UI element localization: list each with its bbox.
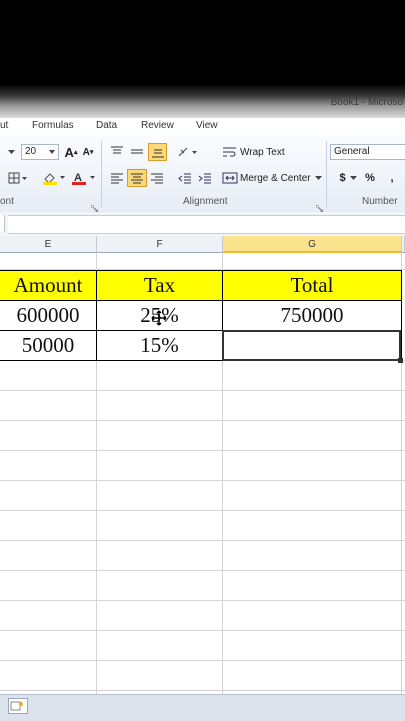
gridline	[0, 420, 405, 421]
align-middle-icon	[131, 149, 143, 154]
align-bottom-button[interactable]	[148, 143, 167, 161]
chevron-down-icon	[349, 175, 357, 180]
formula-bar	[0, 212, 405, 237]
wrap-text-button[interactable]: Wrap Text	[222, 143, 312, 161]
cell-tax[interactable]: 15%	[97, 331, 223, 361]
decrease-indent-icon	[178, 173, 191, 184]
borders-button[interactable]	[4, 169, 32, 187]
font-color-icon: A	[72, 172, 95, 185]
align-right-button[interactable]	[148, 169, 166, 187]
merge-center-button[interactable]: Merge & Center	[222, 169, 324, 187]
font-color-button[interactable]: A	[70, 169, 98, 187]
tab-review[interactable]: Review	[141, 120, 174, 131]
gridline	[0, 390, 405, 391]
tab-layout[interactable]: ut	[0, 120, 8, 131]
tab-formulas[interactable]: Formulas	[32, 120, 74, 131]
merge-icon	[222, 172, 238, 184]
currency-button[interactable]: $	[334, 169, 362, 187]
align-left-icon	[111, 173, 123, 184]
new-sheet-icon	[10, 701, 23, 711]
tab-view[interactable]: View	[196, 120, 218, 131]
gridline	[0, 690, 405, 691]
align-right-icon	[151, 173, 163, 184]
align-top-icon	[111, 146, 123, 154]
cell-amount[interactable]: 50000	[0, 331, 97, 361]
gridline	[0, 630, 405, 631]
gridline	[0, 600, 405, 601]
gridline	[0, 540, 405, 541]
column-header-e[interactable]: E	[0, 236, 97, 253]
ribbon-separator	[326, 141, 327, 207]
decrease-font-button[interactable]: A ▾	[81, 143, 95, 161]
tab-data[interactable]: Data	[96, 120, 117, 131]
window-title: Book1 - Microso	[330, 97, 403, 108]
align-center-icon	[131, 173, 143, 184]
formula-input[interactable]	[8, 215, 405, 234]
column-header-f[interactable]: F	[97, 236, 223, 253]
align-center-button[interactable]	[127, 169, 147, 187]
gridline	[0, 450, 405, 451]
ribbon-separator	[101, 141, 102, 207]
column-header-g[interactable]: G	[223, 236, 402, 253]
cell-header-total[interactable]: Total	[223, 271, 402, 301]
gridline	[0, 660, 405, 661]
fill-color-icon	[43, 173, 65, 185]
insert-sheet-button[interactable]	[8, 698, 28, 714]
gridline	[0, 570, 405, 571]
comma-style-button[interactable]: ,	[384, 169, 400, 187]
alignment-group-label: Alignment	[183, 196, 228, 207]
name-box[interactable]	[0, 215, 5, 232]
font-group-label: ont	[0, 196, 14, 207]
active-cell-selection[interactable]	[222, 330, 401, 361]
increase-font-button[interactable]: A ▴	[63, 143, 79, 161]
align-left-button[interactable]	[108, 169, 126, 187]
font-dropdown-arrow[interactable]	[6, 143, 16, 161]
orientation-icon	[178, 147, 197, 157]
align-middle-button[interactable]	[128, 143, 146, 161]
fill-color-button[interactable]	[40, 169, 68, 187]
cell-header-amount[interactable]: Amount	[0, 271, 97, 301]
align-bottom-icon	[151, 149, 164, 158]
increase-indent-icon	[198, 173, 211, 184]
increase-indent-button[interactable]	[196, 169, 214, 187]
percent-button[interactable]: %	[362, 169, 378, 187]
ribbon: 20 A ▴ A ▾ A ont Wrap Text Merge & Cente…	[0, 135, 405, 213]
borders-icon	[8, 172, 27, 184]
wrap-text-icon	[223, 147, 236, 157]
number-format-select[interactable]: General	[330, 144, 405, 160]
ribbon-tabs: ut Formulas Data Review View	[0, 118, 405, 136]
font-size-select[interactable]: 20	[21, 144, 59, 160]
number-group-label: Number	[362, 196, 398, 207]
chevron-down-icon	[314, 175, 322, 180]
gridline	[0, 510, 405, 511]
sheet-tab-bar	[0, 694, 405, 721]
font-size-value: 20	[25, 146, 37, 157]
move-cursor-icon	[151, 310, 167, 331]
cell-amount[interactable]: 600000	[0, 301, 97, 331]
chevron-down-icon	[49, 150, 55, 154]
number-format-value: General	[334, 146, 370, 157]
align-top-button[interactable]	[108, 143, 126, 161]
title-bar: Book1 - Microso	[0, 0, 405, 118]
cell-total[interactable]: 750000	[223, 301, 402, 331]
gridline	[0, 480, 405, 481]
fill-handle[interactable]	[398, 358, 403, 363]
orientation-button[interactable]	[176, 143, 202, 161]
cell-header-tax[interactable]: Tax	[97, 271, 223, 301]
decrease-indent-button[interactable]	[176, 169, 194, 187]
